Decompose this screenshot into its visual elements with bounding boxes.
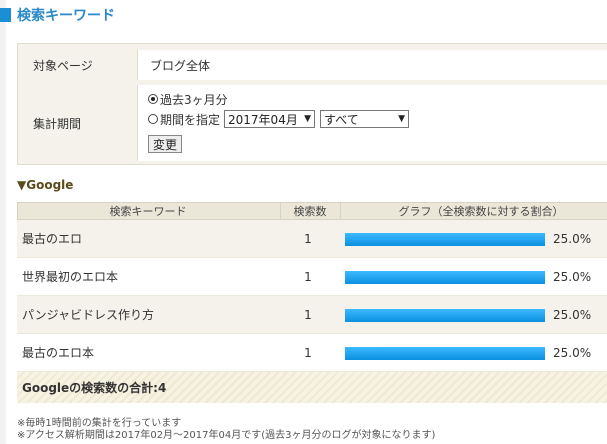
ratio-bar-fill bbox=[345, 309, 545, 322]
radio-specify-option[interactable]: 期間を指定 2017年04月 ▼ すべて ▼ bbox=[148, 110, 410, 128]
table-header: 検索キーワード 検索数 グラフ（全検索数に対する割合） bbox=[17, 202, 607, 220]
google-section-title[interactable]: ▼Google bbox=[17, 178, 73, 192]
table-row: 世界最初のエロ本 1 25.0% bbox=[17, 258, 607, 296]
table-row: 最古のエロ 1 25.0% bbox=[17, 220, 607, 258]
month-select[interactable]: 2017年04月 ▼ bbox=[224, 110, 316, 128]
table-row: 最古のエロ本 1 25.0% bbox=[17, 334, 607, 372]
note-line-2: ※アクセス解析期間は2017年02月～2017年04月です(過去3ヶ月分のログが… bbox=[17, 430, 436, 441]
change-button[interactable]: 変更 bbox=[148, 135, 183, 153]
keyword-cell: 最古のエロ本 bbox=[22, 346, 95, 360]
ratio-bar-fill bbox=[345, 271, 545, 284]
header-count: 検索数 bbox=[280, 203, 339, 219]
scope-select-value: すべて bbox=[324, 112, 359, 127]
google-results-table: 検索キーワード 検索数 グラフ（全検索数に対する割合） 最古のエロ 1 25.0… bbox=[17, 202, 607, 403]
target-row: 対象ページ ブログ全体 bbox=[23, 50, 607, 80]
period-row: 集計期間 過去3ヶ月分 期間を指定 2017年04月 ▼ すべて ▼ 変更 bbox=[23, 85, 607, 161]
ratio-bar bbox=[345, 233, 545, 246]
header-keyword: 検索キーワード bbox=[109, 205, 187, 218]
ratio-bar bbox=[345, 347, 545, 360]
keyword-cell: 最古のエロ bbox=[22, 232, 83, 246]
chevron-down-icon: ▼ bbox=[398, 114, 406, 124]
percent-cell: 25.0% bbox=[553, 269, 592, 284]
count-cell: 1 bbox=[304, 269, 312, 284]
period-value-cell: 過去3ヶ月分 期間を指定 2017年04月 ▼ すべて ▼ 変更 bbox=[137, 85, 607, 161]
radio-recent-option[interactable]: 過去3ヶ月分 bbox=[148, 90, 228, 108]
ratio-bar bbox=[345, 309, 545, 322]
keyword-cell: 世界最初のエロ本 bbox=[22, 270, 119, 284]
header-graph: グラフ（全検索数に対する割合） bbox=[340, 203, 607, 219]
count-cell: 1 bbox=[304, 345, 312, 360]
settings-panel: 対象ページ ブログ全体 集計期間 過去3ヶ月分 期間を指定 2017年04月 ▼… bbox=[17, 43, 607, 165]
page-title-text: 検索キーワード bbox=[17, 8, 115, 24]
month-select-value: 2017年04月 bbox=[228, 112, 298, 127]
left-border bbox=[0, 0, 6, 444]
radio-recent-label: 過去3ヶ月分 bbox=[160, 92, 228, 107]
radio-recent[interactable] bbox=[148, 94, 158, 104]
period-label: 集計期間 bbox=[23, 85, 133, 161]
page-title: 検索キーワード bbox=[0, 4, 115, 26]
ratio-bar bbox=[345, 271, 545, 284]
target-value-cell: ブログ全体 bbox=[137, 50, 607, 80]
chevron-down-icon: ▼ bbox=[304, 114, 312, 124]
table-row: パンジャビドレス作り方 1 25.0% bbox=[17, 296, 607, 334]
radio-specify-label: 期間を指定 bbox=[160, 112, 221, 127]
percent-cell: 25.0% bbox=[553, 307, 592, 322]
note-line-1: ※毎時1時間前の集計を行っています bbox=[17, 418, 182, 429]
target-value: ブログ全体 bbox=[150, 58, 211, 73]
notes: ※毎時1時間前の集計を行っています ※アクセス解析期間は2017年02月～201… bbox=[17, 418, 435, 442]
title-marker-icon bbox=[0, 8, 11, 22]
count-cell: 1 bbox=[304, 231, 312, 246]
percent-cell: 25.0% bbox=[553, 231, 592, 246]
radio-specify[interactable] bbox=[148, 114, 158, 124]
google-total: Googleの検索数の合計:4 bbox=[17, 372, 607, 403]
keyword-cell: パンジャビドレス作り方 bbox=[22, 308, 155, 322]
ratio-bar-fill bbox=[345, 347, 545, 360]
scope-select[interactable]: すべて ▼ bbox=[320, 110, 410, 128]
count-cell: 1 bbox=[304, 307, 312, 322]
target-label: 対象ページ bbox=[23, 50, 133, 80]
percent-cell: 25.0% bbox=[553, 345, 592, 360]
ratio-bar-fill bbox=[345, 233, 545, 246]
